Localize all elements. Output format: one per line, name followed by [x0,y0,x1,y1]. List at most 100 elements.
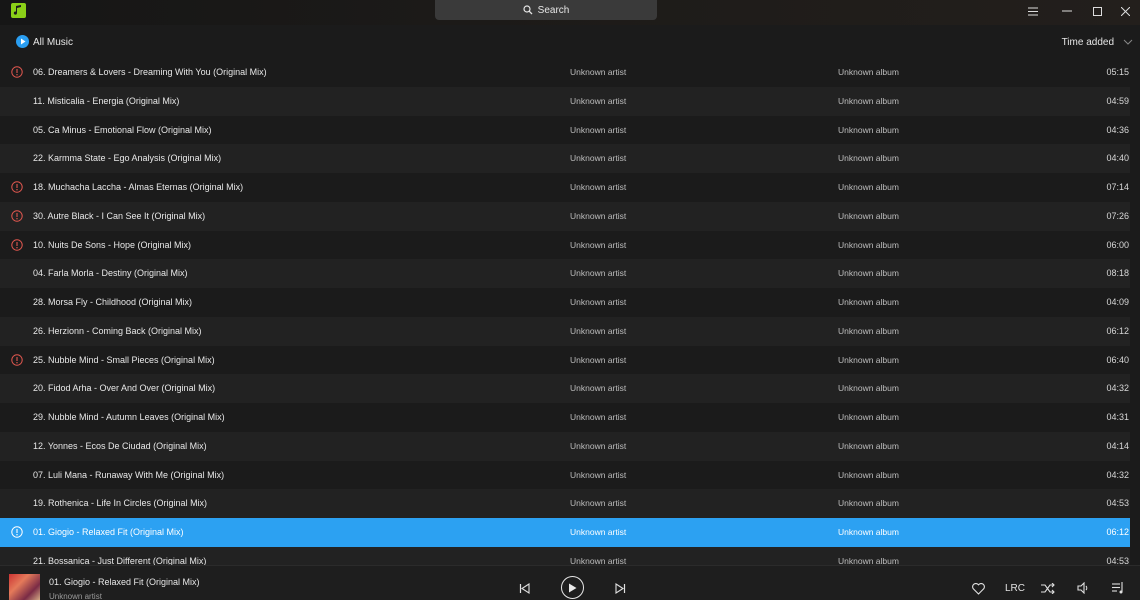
track-album: Unknown album [838,354,899,365]
track-row[interactable]: 20. Fidod Arha - Over And Over (Original… [0,374,1130,403]
track-title: 06. Dreamers & Lovers - Dreaming With Yo… [33,67,267,77]
track-row[interactable]: 19. Rothenica - Life In Circles (Origina… [0,489,1130,518]
track-row[interactable]: 28. Morsa Fly - Childhood (Original Mix)… [0,288,1130,317]
track-album: Unknown album [838,124,899,135]
warning-icon [11,238,23,251]
heart-icon[interactable] [971,581,986,596]
track-album: Unknown album [838,239,899,250]
track-artist: Unknown artist [570,354,627,365]
track-duration: 04:36 [1106,124,1129,135]
track-row[interactable]: 04. Farla Morla - Destiny (Original Mix)… [0,259,1130,288]
warning-icon [11,353,23,366]
track-duration: 04:32 [1106,469,1129,480]
track-row[interactable]: 11. Misticalia - Energia (Original Mix) U… [0,86,1130,116]
next-icon[interactable] [613,581,627,595]
track-artist: Unknown artist [570,95,627,106]
track-title: 21. Bossanica - Just Different (Original… [33,555,207,565]
playlist-icon[interactable] [1111,581,1125,595]
search-input[interactable]: Search [435,0,657,20]
minimize-icon[interactable] [1060,4,1074,18]
track-row[interactable]: 25. Nubble Mind - Small Pieces (Original… [0,345,1130,375]
close-icon[interactable] [1118,4,1132,18]
track-artist: Unknown artist [570,182,627,192]
track-title: 04. Farla Morla - Destiny (Original Mix) [33,268,188,279]
track-title: 05. Ca Minus - Emotional Flow (Original … [33,124,212,135]
track-artist: Unknown artist [570,469,627,480]
track-album: Unknown album [838,153,899,164]
track-album: Unknown album [838,469,899,480]
track-duration: 06:12 [1106,325,1129,336]
track-title: 22. Karmma State - Ego Analysis (Origina… [33,153,222,164]
track-album: Unknown album [838,527,899,537]
album-cover[interactable] [9,574,40,600]
volume-icon[interactable] [1076,581,1090,595]
track-title: 28. Morsa Fly - Childhood (Original Mix) [33,297,193,307]
track-artist: Unknown artist [570,124,627,135]
track-title: 18. Muchacha Laccha - Almas Eternas (Ori… [33,182,244,192]
title-bar: Search [0,0,1140,25]
search-label: Search [537,4,570,16]
track-artist: Unknown artist [570,67,627,77]
track-album: Unknown album [838,325,899,336]
track-duration: 04:31 [1106,412,1129,422]
track-album: Unknown album [838,440,899,451]
track-artist: Unknown artist [570,527,627,537]
track-album: Unknown album [838,383,899,394]
track-duration: 04:14 [1106,440,1129,451]
play-icon[interactable] [561,576,584,599]
sort-dropdown[interactable]: Time added [1062,37,1114,48]
track-album: Unknown album [838,95,899,106]
previous-icon[interactable] [517,581,531,595]
track-duration: 04:53 [1106,555,1129,565]
warning-icon [11,66,23,78]
search-icon [523,5,533,15]
track-album: Unknown album [838,555,899,565]
track-row[interactable]: 29. Nubble Mind - Autumn Leaves (Origina… [0,403,1130,432]
lyrics-button[interactable]: LRC [1005,583,1025,594]
track-album: Unknown album [838,210,899,221]
track-row[interactable]: 21. Bossanica - Just Different (Original… [0,546,1130,565]
track-list[interactable]: 06. Dreamers & Lovers - Dreaming With Yo… [0,58,1140,565]
track-artist: Unknown artist [570,239,627,250]
track-row[interactable]: 30. Autre Black - I Can See It (Original… [0,201,1130,231]
all-music-icon[interactable] [16,35,29,48]
track-duration: 08:18 [1106,268,1129,279]
track-row[interactable]: 10. Nuits De Sons - Hope (Original Mix) U… [0,230,1130,260]
track-duration: 06:40 [1106,354,1129,365]
track-row[interactable]: 18. Muchacha Laccha - Almas Eternas (Ori… [0,173,1130,202]
track-artist: Unknown artist [570,555,627,565]
track-duration: 04:40 [1106,153,1129,164]
track-duration: 07:14 [1106,182,1129,192]
track-title: 12. Yonnes - Ecos De Ciudad (Original Mi… [33,440,207,451]
track-album: Unknown album [838,67,899,77]
track-artist: Unknown artist [570,297,627,307]
track-artist: Unknown artist [570,325,627,336]
chevron-down-icon[interactable] [1122,35,1134,49]
all-music-label[interactable]: All Music [33,37,73,48]
track-row[interactable]: 07. Luli Mana - Runaway With Me (Origina… [0,460,1130,490]
track-artist: Unknown artist [570,383,627,394]
app-logo-icon [11,3,26,18]
maximize-icon[interactable] [1090,4,1104,18]
track-duration: 06:12 [1106,527,1129,537]
track-title: 20. Fidod Arha - Over And Over (Original… [33,383,216,394]
track-album: Unknown album [838,182,899,192]
scrollbar[interactable] [1130,58,1140,565]
track-row[interactable]: 26. Herzionn - Coming Back (Original Mix… [0,316,1130,346]
track-artist: Unknown artist [570,412,627,422]
track-artist: Unknown artist [570,268,627,279]
track-row[interactable]: 05. Ca Minus - Emotional Flow (Original … [0,115,1130,145]
track-duration: 04:32 [1106,383,1129,394]
track-title: 01. Giogio - Relaxed Fit (Original Mix) [33,527,184,537]
track-row[interactable]: 12. Yonnes - Ecos De Ciudad (Original Mi… [0,431,1130,461]
track-row[interactable]: 01. Giogio - Relaxed Fit (Original Mix) U… [0,518,1130,547]
track-artist: Unknown artist [570,210,627,221]
shuffle-icon[interactable] [1040,581,1056,595]
track-row[interactable]: 06. Dreamers & Lovers - Dreaming With Yo… [0,58,1130,87]
track-duration: 04:59 [1106,95,1129,106]
menu-icon[interactable] [1026,4,1040,18]
warning-icon [11,181,23,193]
now-playing-title: 01. Giogio - Relaxed Fit (Original Mix) [49,577,200,587]
track-row[interactable]: 22. Karmma State - Ego Analysis (Origina… [0,144,1130,173]
track-artist: Unknown artist [570,440,627,451]
